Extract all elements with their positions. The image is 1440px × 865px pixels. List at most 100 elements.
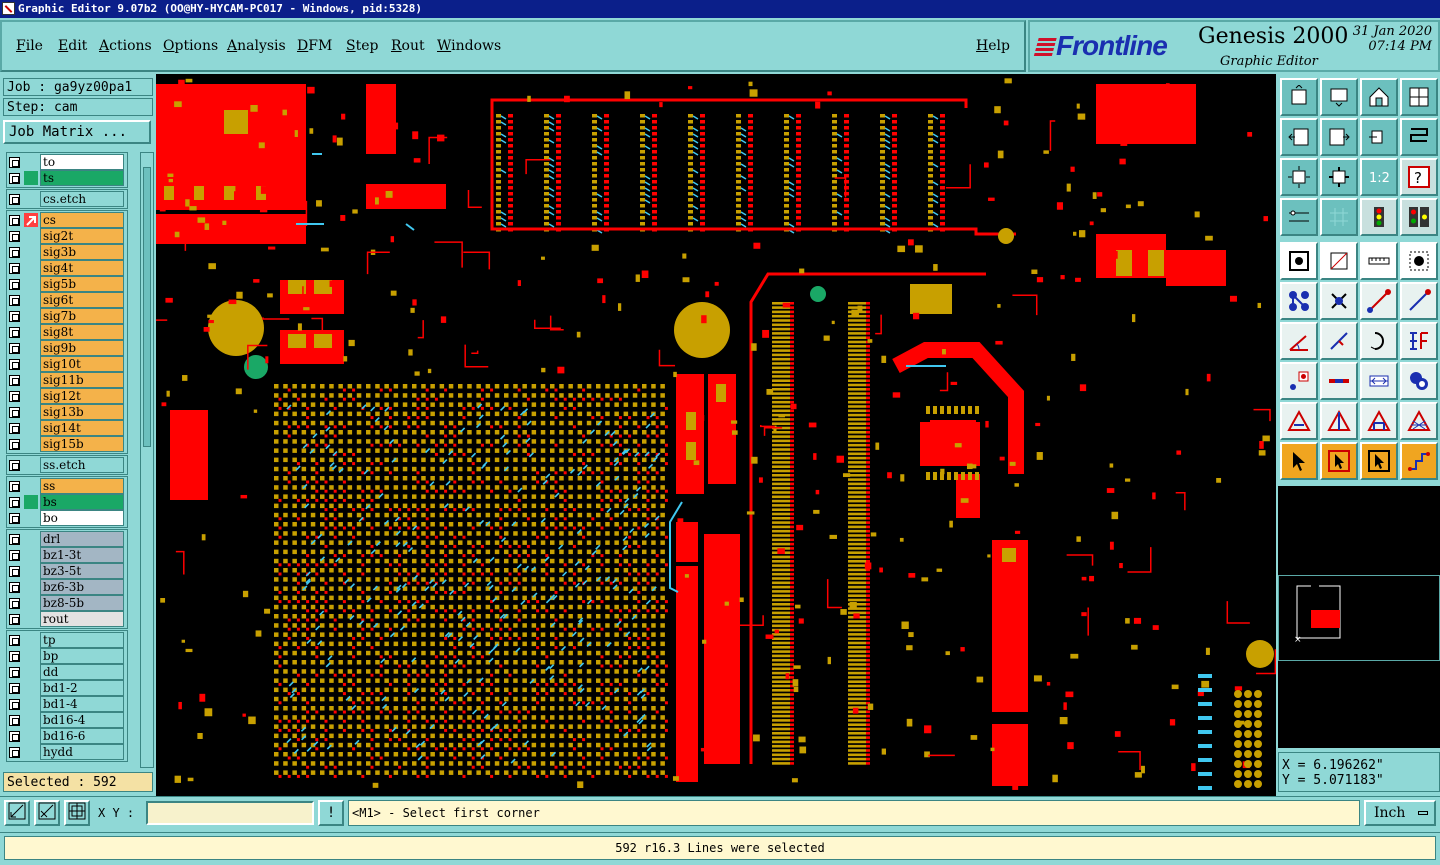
via-pad bbox=[1244, 720, 1252, 728]
small-pad bbox=[1089, 575, 1095, 582]
tool-layers-button[interactable] bbox=[1400, 362, 1438, 400]
tool-scale-1-2-button[interactable]: 1:2 bbox=[1360, 158, 1398, 196]
tool-traffic-light-button[interactable] bbox=[1360, 198, 1398, 236]
tool-split-view-button[interactable] bbox=[1400, 78, 1438, 116]
tool-zoom-out-button[interactable] bbox=[1320, 158, 1358, 196]
connector-pin bbox=[866, 332, 870, 335]
tool-flip-button[interactable] bbox=[1400, 322, 1438, 360]
small-pad bbox=[1046, 395, 1050, 401]
via-pad bbox=[1254, 780, 1262, 788]
tool-pointer-button[interactable] bbox=[1280, 442, 1318, 480]
via-pad bbox=[1234, 760, 1242, 768]
connector-pin bbox=[790, 409, 794, 413]
zoom-window-button[interactable] bbox=[4, 800, 30, 826]
tool-triangle-button[interactable] bbox=[1280, 402, 1318, 440]
connector-pin bbox=[790, 534, 794, 537]
tool-cross-button[interactable] bbox=[1320, 282, 1358, 320]
tool-pan-right-button[interactable] bbox=[1320, 118, 1358, 156]
connector-pin bbox=[866, 439, 870, 443]
connector-pin bbox=[866, 620, 870, 623]
xy-input[interactable] bbox=[146, 801, 314, 825]
small-pad bbox=[1201, 680, 1210, 688]
tool-measure-button[interactable] bbox=[1280, 198, 1318, 236]
connector-pin bbox=[848, 641, 866, 645]
job-matrix-button[interactable]: Job Matrix ... bbox=[3, 120, 151, 144]
small-pad bbox=[1131, 644, 1138, 650]
menu-edit[interactable]: Edit bbox=[58, 38, 87, 54]
connector-pin bbox=[848, 418, 866, 421]
connector-pin bbox=[772, 701, 790, 705]
app-icon[interactable] bbox=[2, 2, 15, 15]
tool-grid-button[interactable] bbox=[1320, 198, 1358, 236]
overview-window[interactable]: × bbox=[1278, 486, 1440, 748]
tool-triangle-x-button[interactable] bbox=[1400, 402, 1438, 440]
pcb-layout-graphic[interactable] bbox=[156, 74, 1276, 796]
tool-rotate-button[interactable] bbox=[1360, 322, 1398, 360]
menu-options[interactable]: Options bbox=[163, 38, 218, 54]
connector-pin bbox=[866, 426, 870, 430]
trace bbox=[875, 314, 882, 335]
tool-home-button[interactable] bbox=[1360, 78, 1398, 116]
via-pad bbox=[1254, 760, 1262, 768]
tool-refresh-button[interactable] bbox=[1400, 118, 1438, 156]
tool-add-arc-button[interactable] bbox=[1400, 282, 1438, 320]
menu-rout[interactable]: Rout bbox=[391, 38, 425, 54]
tool-traffic-light-alt-button[interactable] bbox=[1400, 198, 1438, 236]
tool-pointer-box-button[interactable] bbox=[1320, 442, 1358, 480]
tool-pointer-select-button[interactable] bbox=[1360, 442, 1398, 480]
connector-pin bbox=[790, 314, 794, 318]
snap-button[interactable] bbox=[34, 800, 60, 826]
menu-help[interactable]: Help bbox=[976, 38, 1010, 54]
tool-ruler-button[interactable] bbox=[1360, 242, 1398, 280]
small-pad bbox=[997, 304, 1001, 308]
menu-file[interactable]: File bbox=[16, 38, 43, 54]
scrollbar-thumb[interactable] bbox=[143, 167, 151, 447]
connector-pin bbox=[866, 379, 870, 382]
small-pad bbox=[1066, 183, 1071, 192]
tool-drag-line-button[interactable] bbox=[1280, 322, 1318, 360]
small-pad bbox=[541, 367, 546, 373]
unit-selector[interactable]: Inch bbox=[1364, 800, 1436, 826]
connector-pin bbox=[772, 732, 790, 735]
ic-thermal-pad bbox=[224, 110, 248, 134]
tool-bar-button[interactable] bbox=[1320, 362, 1358, 400]
tool-slash-button[interactable] bbox=[1320, 322, 1358, 360]
tool-zoom-in-button[interactable] bbox=[1280, 158, 1318, 196]
connector-pin bbox=[866, 633, 870, 636]
tool-redraw-button[interactable] bbox=[1360, 118, 1398, 156]
layer-list-scrollbar[interactable] bbox=[140, 152, 154, 768]
small-pad bbox=[950, 381, 958, 385]
overview-map[interactable]: × bbox=[1278, 486, 1440, 748]
tool-add-pad-button[interactable] bbox=[1280, 362, 1318, 400]
tool-resize-button[interactable] bbox=[1360, 362, 1398, 400]
small-pad bbox=[900, 474, 905, 482]
tool-add-line-button[interactable] bbox=[1360, 282, 1398, 320]
menu-analysis[interactable]: Analysis bbox=[227, 38, 286, 54]
pcb-canvas[interactable] bbox=[156, 74, 1276, 796]
tool-zoom-fit-button[interactable] bbox=[1320, 78, 1358, 116]
menu-windows[interactable]: Windows bbox=[437, 38, 501, 54]
trace bbox=[1226, 601, 1250, 624]
menu-step[interactable]: Step bbox=[346, 38, 378, 54]
connector-pin bbox=[848, 637, 866, 640]
small-pad bbox=[987, 554, 991, 558]
tool-help-button[interactable]: ? bbox=[1400, 158, 1438, 196]
tool-net-button[interactable] bbox=[1280, 282, 1318, 320]
alert-button[interactable]: ! bbox=[318, 800, 344, 826]
tool-triangle-split-button[interactable] bbox=[1320, 402, 1358, 440]
small-pad bbox=[1014, 483, 1019, 487]
menu-actions[interactable]: Actions bbox=[99, 38, 152, 54]
grid-button[interactable] bbox=[64, 800, 90, 826]
connector-pin bbox=[772, 568, 790, 572]
tool-route-button[interactable] bbox=[1400, 442, 1438, 480]
tool-triangle-a-button[interactable] bbox=[1360, 402, 1398, 440]
tool-zoom-home-button[interactable] bbox=[1280, 78, 1318, 116]
tool-pan-left-button[interactable] bbox=[1280, 118, 1318, 156]
tool-snap-edge-button[interactable] bbox=[1320, 242, 1358, 280]
connector-pin bbox=[772, 650, 790, 653]
menu-dfm[interactable]: DFM bbox=[297, 38, 332, 54]
tool-snap-point-button[interactable] bbox=[1400, 242, 1438, 280]
small-pad bbox=[1120, 140, 1128, 146]
tool-snap-center-button[interactable] bbox=[1280, 242, 1318, 280]
connector-pin bbox=[866, 654, 870, 658]
